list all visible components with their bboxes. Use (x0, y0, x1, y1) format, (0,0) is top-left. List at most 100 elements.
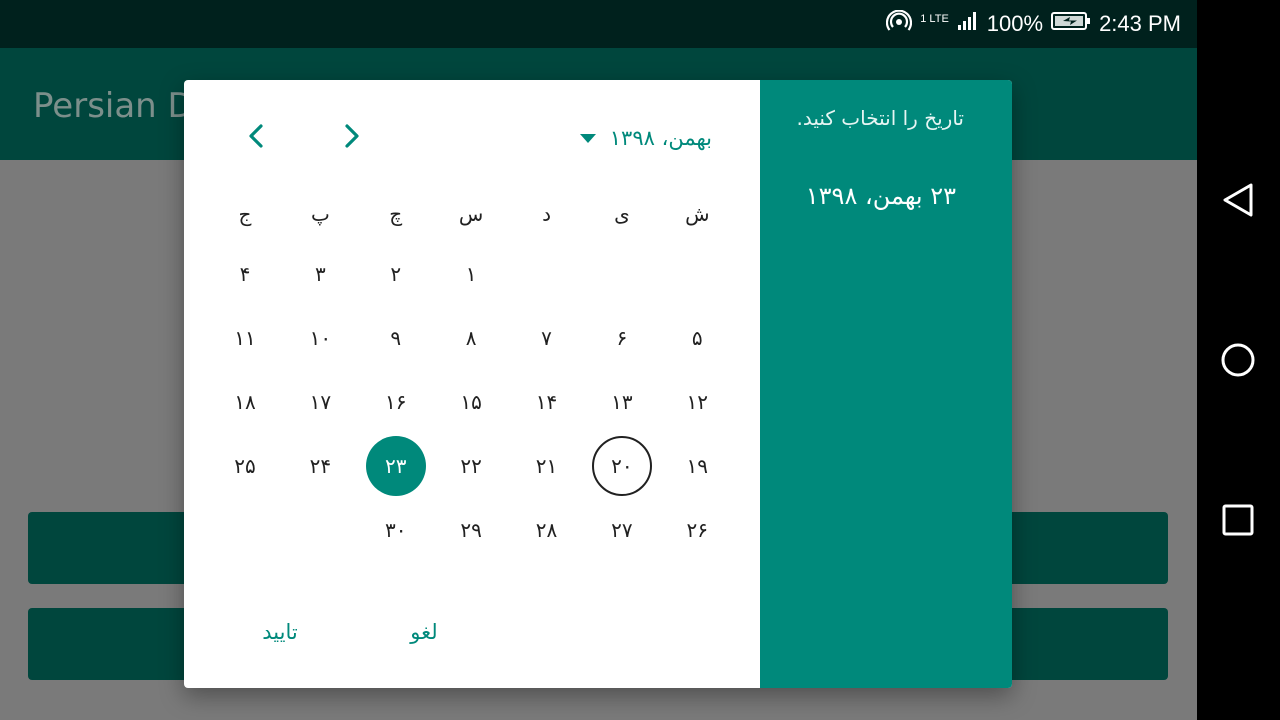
day-cell: ۲۳ (358, 434, 433, 498)
day-button[interactable]: ۱۱ (215, 308, 275, 368)
next-month-button[interactable] (334, 120, 370, 156)
day-cell: ۲۹ (433, 498, 508, 562)
previous-month-button[interactable] (238, 120, 274, 156)
week-row: ۲۶ ۲۷ ۲۸ ۲۹ ۳۰ (207, 498, 735, 562)
header-selected-date[interactable]: ۲۳ بهمن، ۱۳۹۸ (806, 182, 956, 210)
day-button[interactable]: ۱۸ (215, 372, 275, 432)
day-button[interactable]: ۱۳ (592, 372, 652, 432)
triangle-down-icon (579, 133, 596, 143)
cancel-button[interactable]: لغو (388, 610, 460, 654)
today-day-button[interactable]: ۲۰ (591, 436, 652, 496)
day-cell: ۲۴ (283, 434, 358, 498)
day-cell (660, 242, 735, 306)
hotspot-icon (886, 9, 913, 38)
dialog-header: تاریخ را انتخاب کنید. ۲۳ بهمن، ۱۳۹۸ (760, 80, 1012, 688)
day-button[interactable]: ۸ (441, 308, 501, 368)
day-button[interactable]: ۱۲ (667, 372, 727, 432)
day-button[interactable]: ۹ (366, 308, 426, 368)
status-bar: 1 LTE 100% 2:43 PM (0, 0, 1197, 48)
day-cell: ۵ (660, 306, 735, 370)
day-cell: ۹ (358, 306, 433, 370)
day-button[interactable]: ۱۶ (366, 372, 426, 432)
day-button[interactable]: ۳۰ (366, 500, 426, 560)
day-button[interactable]: ۲۱ (517, 436, 577, 496)
day-cell: ۱ (433, 242, 508, 306)
day-button[interactable]: ۱۴ (517, 372, 577, 432)
weekday-label: ج (238, 202, 252, 226)
day-cell: ۲۵ (207, 434, 282, 498)
week-row: ۱۲ ۱۳ ۱۴ ۱۵ ۱۶ ۱۷ ۱۸ (207, 370, 735, 434)
day-button[interactable]: ۳ (290, 244, 350, 304)
day-cell: ۳ (283, 242, 358, 306)
battery-percent: 100% (986, 11, 1044, 36)
day-button[interactable]: ۲۹ (441, 500, 501, 560)
back-triangle-icon[interactable] (1216, 178, 1260, 222)
battery-charging-icon (1051, 11, 1091, 37)
week-row: ۵ ۶ ۷ ۸ ۹ ۱۰ ۱۱ (207, 306, 735, 370)
day-cell: ۲۸ (509, 498, 584, 562)
day-cell (584, 242, 659, 306)
day-button[interactable]: ۲۲ (441, 436, 501, 496)
day-cell: ۱۶ (358, 370, 433, 434)
day-cell: ۱۲ (660, 370, 735, 434)
day-button[interactable]: ۵ (667, 308, 727, 368)
day-cell: ۷ (509, 306, 584, 370)
day-cell (207, 498, 282, 562)
day-button[interactable]: ۱۹ (667, 436, 727, 496)
day-button[interactable]: ۲ (366, 244, 426, 304)
calendar-grid: ش ی د س چ پ ج ۱ ۲ ۳ ۴ ۵ ۶ ۷ ۸ ۹ ۱۰ ۱۱ ۱۲ ۱۳ ۱۴ ۱۵ ۱۶ ۱۷ ۱… (207, 186, 735, 562)
day-button[interactable]: ۶ (592, 308, 652, 368)
day-cell (509, 242, 584, 306)
day-cell: ۱۴ (509, 370, 584, 434)
weekday-label: پ (310, 202, 330, 226)
day-button[interactable]: ۲۸ (517, 500, 577, 560)
day-cell: ۱۵ (433, 370, 508, 434)
week-row: ۱۲۳۴ (207, 242, 735, 306)
day-button[interactable]: ۲۴ (290, 436, 350, 496)
day-cell: ۱۷ (283, 370, 358, 434)
month-year-selector[interactable]: بهمن، ۱۳۹۸ (579, 120, 712, 156)
day-button[interactable]: ۱ (441, 244, 501, 304)
clock: 2:43 PM (1099, 11, 1181, 36)
day-cell: ۲ (358, 242, 433, 306)
day-cell: ۶ (584, 306, 659, 370)
dialog-actions: لغو تایید (184, 600, 760, 664)
recents-square-icon[interactable] (1216, 498, 1260, 542)
day-cell: ۱۸ (207, 370, 282, 434)
day-cell: ۲۲ (433, 434, 508, 498)
weekday-label: چ (389, 202, 403, 226)
weekday-label: د (542, 202, 551, 226)
day-cell: ۱۹ (660, 434, 735, 498)
day-cell: ۳۰ (358, 498, 433, 562)
selected-day-button[interactable]: ۲۳ (365, 436, 426, 496)
day-button[interactable]: ۱۰ (290, 308, 350, 368)
status-icons: 1 LTE 100% 2:43 PM (886, 0, 1181, 48)
day-cell: ۴ (207, 242, 282, 306)
month-year-label: بهمن، ۱۳۹۸ (609, 126, 712, 150)
day-button[interactable]: ۷ (517, 308, 577, 368)
week-row: ۱۹ ۲۰ ۲۱ ۲۲ ۲۳ ۲۴ ۲۵ (207, 434, 735, 498)
day-button[interactable]: ۱۷ (290, 372, 350, 432)
day-button[interactable]: ۲۵ (215, 436, 275, 496)
day-button[interactable]: ۱۵ (441, 372, 501, 432)
weekday-label: س (458, 202, 484, 226)
chevron-right-icon (342, 123, 362, 153)
day-cell: ۸ (433, 306, 508, 370)
confirm-button[interactable]: تایید (244, 610, 316, 654)
home-circle-icon[interactable] (1216, 338, 1260, 382)
app-title: Persian D (33, 86, 194, 126)
day-cell (283, 498, 358, 562)
day-button[interactable]: ۲۶ (667, 500, 727, 560)
header-prompt: تاریخ را انتخاب کنید. (796, 106, 964, 130)
lte-label: 1 LTE (920, 12, 949, 25)
weekday-label: ش (685, 202, 710, 226)
day-cell: ۲۱ (509, 434, 584, 498)
day-button[interactable]: ۲۷ (592, 500, 652, 560)
day-cell: ۱۱ (207, 306, 282, 370)
weekday-label: ی (614, 202, 630, 226)
day-cell: ۱۳ (584, 370, 659, 434)
day-cell: ۲۷ (584, 498, 659, 562)
day-button[interactable]: ۴ (215, 244, 275, 304)
day-cell: ۲۶ (660, 498, 735, 562)
day-cell: ۱۰ (283, 306, 358, 370)
